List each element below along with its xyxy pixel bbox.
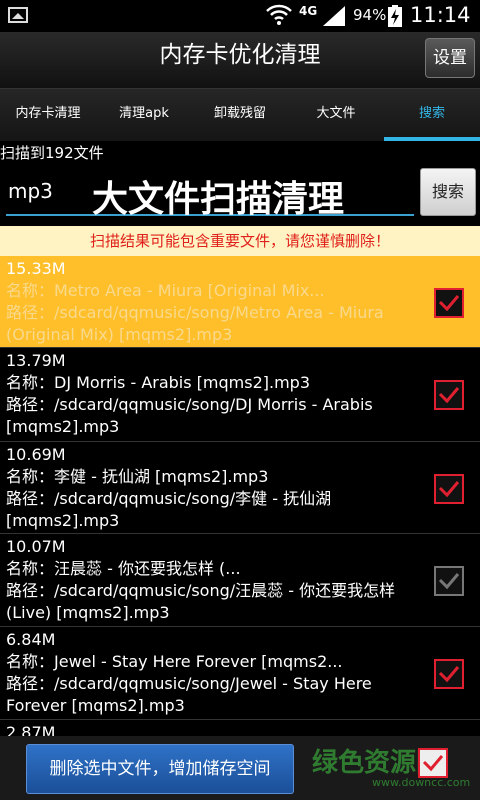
file-path: 路径：/sdcard/qqmusic/song/李健 - 抚仙湖 [mqms2]…	[6, 489, 332, 530]
file-checkbox[interactable]	[434, 380, 464, 410]
file-size: 13.79M	[6, 351, 66, 370]
checkmark-icon	[438, 387, 460, 404]
file-name: 名称：DJ Morris - Arabis [mqms2].mp3	[6, 373, 311, 392]
checkmark-icon	[438, 573, 460, 590]
file-path: 路径：/sdcard/qqmusic/song/DJ Morris - Arab…	[6, 395, 373, 436]
tab-bar: 内存卡清理 清理apk 卸载残留 大文件 搜索	[0, 88, 480, 141]
signal-icon	[323, 6, 345, 26]
delete-selected-button[interactable]: 删除选中文件，增加储存空间	[26, 744, 294, 794]
tab-uninstall-residue[interactable]: 卸载残留	[192, 89, 288, 141]
file-checkbox[interactable]	[434, 288, 464, 318]
bottom-bar: 删除选中文件，增加储存空间 绿色资源网 www.downcc.com	[0, 736, 480, 800]
file-name: 名称：李健 - 抚仙湖 [mqms2].mp3	[6, 467, 269, 486]
file-item[interactable]: 6.84M 名称：Jewel - Stay Here Forever [mqms…	[0, 627, 480, 720]
file-name: 名称：汪晨蕊 - 你还要我怎样 (...	[6, 559, 241, 578]
network-type: 4G	[299, 4, 318, 18]
gallery-icon	[8, 7, 28, 23]
file-checkbox[interactable]	[434, 474, 464, 504]
tab-search[interactable]: 搜索	[384, 89, 480, 141]
overlay-title: 大文件扫描清理	[92, 179, 345, 220]
checkmark-icon	[438, 295, 460, 312]
clock: 11:14	[410, 3, 471, 27]
file-path: 路径：/sdcard/qqmusic/song/Jewel - Stay Her…	[6, 674, 372, 715]
select-all-checkbox[interactable]	[418, 748, 448, 778]
file-size: 10.69M	[6, 445, 66, 464]
file-item[interactable]: 2.87M	[0, 720, 480, 736]
file-list[interactable]: 15.33M 名称：Metro Area - Miura [Original M…	[0, 256, 480, 736]
file-checkbox[interactable]	[434, 566, 464, 596]
status-bar: 4G 94% 11:14	[0, 0, 480, 32]
file-item[interactable]: 13.79M 名称：DJ Morris - Arabis [mqms2].mp3…	[0, 348, 480, 442]
search-button[interactable]: 搜索	[420, 168, 476, 216]
tab-large-files[interactable]: 大文件	[288, 89, 384, 141]
file-path: 路径：/sdcard/qqmusic/song/汪晨蕊 - 你还要我怎样 (Li…	[6, 581, 396, 622]
file-item[interactable]: 10.07M 名称：汪晨蕊 - 你还要我怎样 (... 路径：/sdcard/q…	[0, 534, 480, 627]
file-item[interactable]: 10.69M 名称：李健 - 抚仙湖 [mqms2].mp3 路径：/sdcar…	[0, 442, 480, 534]
file-name: 名称：Jewel - Stay Here Forever [mqms2...	[6, 652, 343, 671]
checkmark-icon	[422, 755, 444, 772]
file-size: 15.33M	[6, 259, 66, 278]
page-title: 内存卡优化清理	[159, 42, 321, 68]
tab-sdcard-clean[interactable]: 内存卡清理	[0, 89, 96, 141]
tab-clean-apk[interactable]: 清理apk	[96, 89, 192, 141]
battery-percent: 94%	[353, 6, 387, 24]
file-item[interactable]: 15.33M 名称：Metro Area - Miura [Original M…	[0, 256, 480, 348]
checkmark-icon	[438, 481, 460, 498]
battery-charging-icon	[388, 5, 402, 27]
checkmark-icon	[438, 666, 460, 683]
title-bar: 内存卡优化清理	[0, 32, 480, 88]
file-name: 名称：Metro Area - Miura [Original Mix...	[6, 281, 325, 300]
file-checkbox[interactable]	[434, 659, 464, 689]
file-size: 2.87M	[6, 723, 56, 736]
file-size: 6.84M	[6, 630, 56, 649]
warning-banner: 扫描结果可能包含重要文件，请您谨慎删除！	[0, 226, 480, 256]
settings-button[interactable]: 设置	[425, 38, 475, 78]
wifi-icon	[266, 4, 292, 25]
file-path: 路径：/sdcard/qqmusic/song/Metro Area - Miu…	[6, 303, 384, 344]
scan-count: 扫描到192文件	[0, 141, 480, 165]
file-size: 10.07M	[6, 537, 66, 556]
